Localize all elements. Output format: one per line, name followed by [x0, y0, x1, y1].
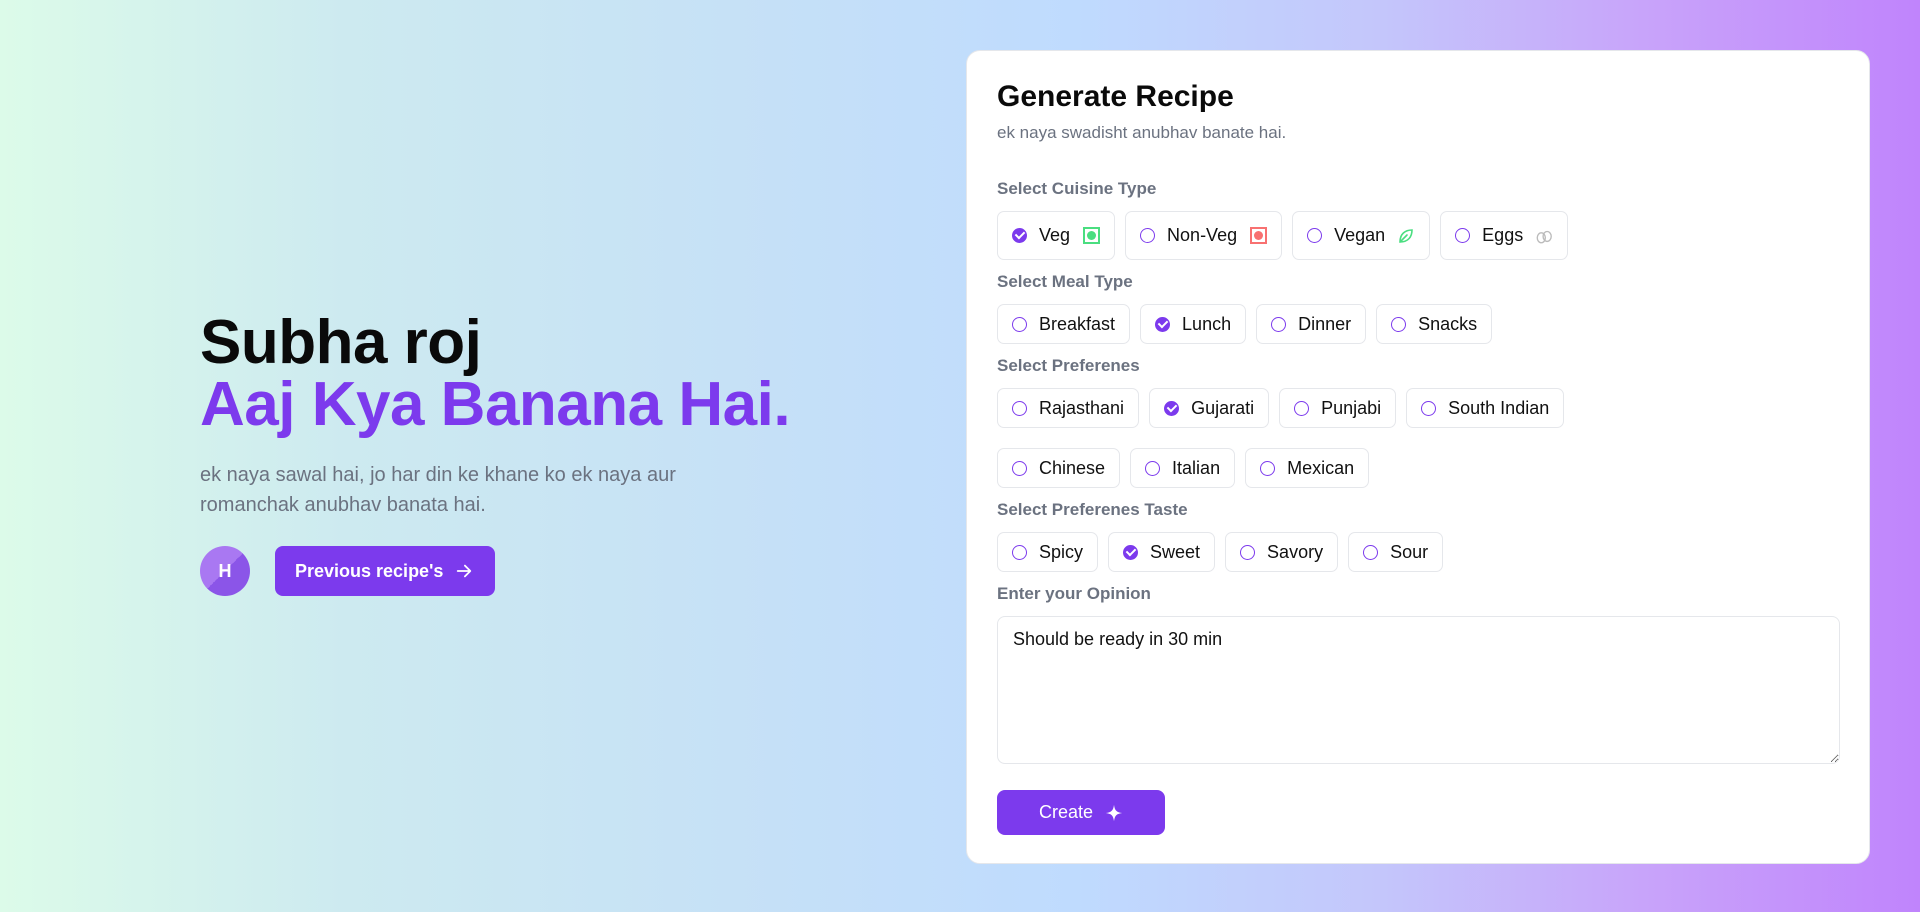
meal-options: Breakfast Lunch Dinner Snacks [997, 304, 1839, 344]
previous-recipes-label: Previous recipe's [295, 560, 444, 581]
taste-option-label: Sour [1390, 541, 1429, 562]
radio-italian[interactable] [1145, 460, 1161, 476]
taste-options: Spicy Sweet Savory Sour [997, 532, 1839, 572]
cuisine-option-label: Veg [1039, 225, 1071, 245]
meal-option-label: Dinner [1298, 313, 1352, 334]
taste-option-label: Savory [1267, 541, 1324, 562]
taste-option-sour[interactable]: Sour [1348, 532, 1444, 572]
radio-chinese[interactable] [1012, 460, 1027, 476]
preference-option-label: Chinese [1039, 457, 1106, 478]
opinion-textarea[interactable]: Should be ready in 30 min [997, 616, 1840, 764]
radio-spicy[interactable] [1012, 544, 1027, 560]
taste-option-savory[interactable]: Savory [1225, 532, 1339, 572]
meal-option-lunch[interactable]: Lunch [1140, 304, 1247, 344]
taste-option-label: Spicy [1039, 541, 1084, 562]
hero-title-line1: Subha roj [200, 308, 482, 377]
arrow-right-icon [455, 562, 473, 580]
meal-option-label: Lunch [1182, 313, 1232, 334]
preference-option-label: Mexican [1287, 457, 1355, 478]
eggs-icon [1535, 227, 1553, 245]
meal-option-breakfast[interactable]: Breakfast [997, 304, 1131, 344]
radio-gujarati[interactable] [1164, 400, 1180, 416]
preference-option-punjabi[interactable]: Punjabi [1279, 388, 1397, 428]
hero-actions: H Previous recipe's [200, 546, 840, 596]
preferences-options: Rajasthani Gujarati Punjabi South Indian… [997, 388, 1839, 488]
cuisine-option-eggs[interactable]: Eggs [1440, 211, 1569, 260]
hero-section: Subha roj Aaj Kya Banana Hai. ek naya sa… [200, 312, 840, 596]
cuisine-option-label: Eggs [1482, 225, 1524, 245]
meal-label: Select Meal Type [997, 272, 1133, 291]
cuisine-option-vegan[interactable]: Vegan [1292, 211, 1431, 260]
preference-option-italian[interactable]: Italian [1130, 448, 1236, 488]
taste-option-label: Sweet [1150, 541, 1201, 562]
opinion-label: Enter your Opinion [997, 584, 1151, 603]
taste-option-spicy[interactable]: Spicy [997, 532, 1099, 572]
generate-recipe-card: Generate Recipe ek naya swadisht anubhav… [966, 50, 1870, 864]
cuisine-option-label: Vegan [1334, 225, 1386, 245]
preference-option-rajasthani[interactable]: Rajasthani [997, 388, 1140, 428]
non-veg-mark-icon [1249, 227, 1267, 245]
preference-option-label: Rajasthani [1039, 397, 1125, 418]
hero-description: ek naya sawal hai, jo har din ke khane k… [200, 464, 676, 516]
create-button[interactable]: Create [997, 790, 1165, 835]
preference-option-label: Gujarati [1191, 397, 1255, 418]
veg-mark-icon [1082, 227, 1100, 245]
leaf-icon [1397, 227, 1415, 245]
cuisine-option-non-veg[interactable]: Non-Veg [1125, 211, 1283, 260]
radio-south-indian[interactable] [1421, 400, 1437, 416]
preference-option-south-indian[interactable]: South Indian [1406, 388, 1565, 428]
meal-option-snacks[interactable]: Snacks [1376, 304, 1493, 344]
form-title: Generate Recipe [997, 80, 1234, 113]
avatar[interactable]: H [200, 546, 250, 596]
form-subtitle: ek naya swadisht anubhav banate hai. [997, 123, 1287, 142]
cuisine-label: Select Cuisine Type [997, 179, 1157, 198]
hero-title-line2: Aaj Kya Banana Hai. [200, 370, 791, 439]
cuisine-options: Veg Non-Veg Vegan Eggs [997, 211, 1839, 260]
meal-option-label: Breakfast [1039, 313, 1116, 334]
radio-snacks[interactable] [1391, 316, 1407, 332]
preference-option-gujarati[interactable]: Gujarati [1149, 388, 1270, 428]
radio-punjabi[interactable] [1294, 400, 1310, 416]
preference-option-label: South Indian [1448, 397, 1550, 418]
create-button-label: Create [1038, 802, 1094, 822]
taste-label: Select Preferenes Taste [997, 500, 1188, 519]
radio-vegan[interactable] [1307, 228, 1323, 243]
radio-dinner[interactable] [1271, 316, 1287, 332]
preference-option-mexican[interactable]: Mexican [1245, 448, 1370, 488]
previous-recipes-button[interactable]: Previous recipe's [275, 546, 496, 596]
preference-option-label: Italian [1172, 457, 1221, 478]
preference-option-label: Punjabi [1321, 397, 1382, 418]
radio-lunch[interactable] [1155, 316, 1171, 332]
radio-breakfast[interactable] [1012, 316, 1027, 332]
radio-sweet[interactable] [1123, 544, 1139, 560]
radio-non-veg[interactable] [1140, 228, 1156, 243]
taste-option-sweet[interactable]: Sweet [1108, 532, 1216, 572]
radio-sour[interactable] [1363, 544, 1379, 560]
radio-mexican[interactable] [1260, 460, 1276, 476]
radio-eggs[interactable] [1455, 228, 1471, 243]
meal-option-label: Snacks [1418, 313, 1478, 334]
cuisine-option-label: Non-Veg [1167, 225, 1238, 245]
radio-rajasthani[interactable] [1012, 400, 1027, 416]
hero-title: Subha roj Aaj Kya Banana Hai. [200, 312, 840, 436]
radio-savory[interactable] [1240, 544, 1256, 560]
preference-option-chinese[interactable]: Chinese [997, 448, 1121, 488]
radio-veg[interactable] [1012, 228, 1027, 243]
meal-option-dinner[interactable]: Dinner [1256, 304, 1367, 344]
preferences-label: Select Preferenes [997, 356, 1140, 375]
cuisine-option-veg[interactable]: Veg [997, 211, 1116, 260]
sparkle-icon [1105, 804, 1123, 822]
